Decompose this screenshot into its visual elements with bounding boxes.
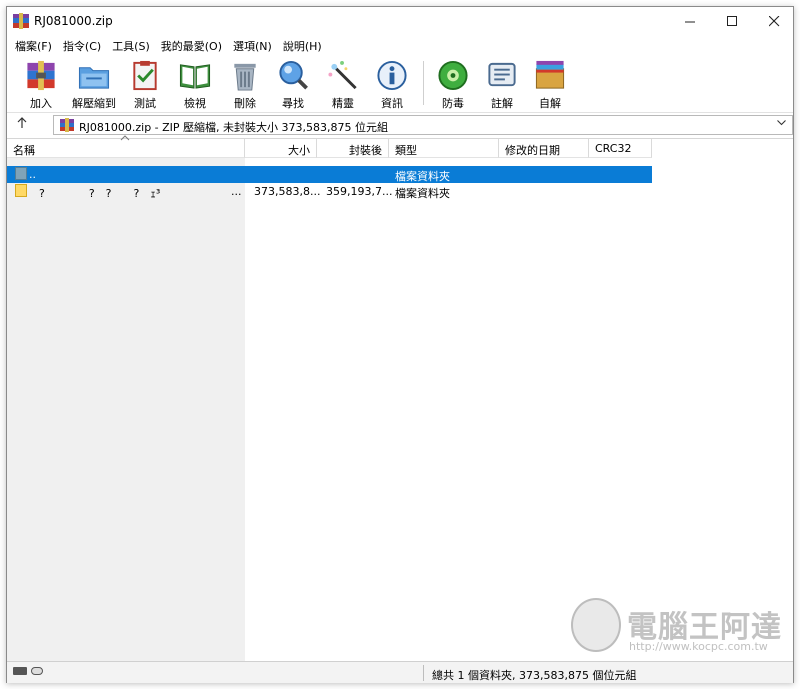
column-header-name[interactable]: 名稱 xyxy=(7,135,245,158)
winrar-app-icon xyxy=(13,13,29,29)
file-list[interactable]: 名稱 大小 封裝後 類型 修改的日期 CRC32 .. 檔案資料夾 ? ? ? … xyxy=(7,135,793,661)
window-title: RJ081000.zip xyxy=(34,14,113,28)
row-type: 檔案資料夾 xyxy=(395,170,450,183)
toolbar-separator xyxy=(423,61,424,105)
menu-bar: 檔案(F) 指令(C) 工具(S) 我的最愛(O) 選項(N) 說明(H) xyxy=(7,35,793,55)
info-label: 資訊 xyxy=(381,97,403,110)
row-size: 373,583,8... xyxy=(254,185,321,198)
menu-help[interactable]: 說明(H) xyxy=(279,35,326,55)
toolbar: 加入 解壓縮到 測試 檢視 刪除 尋找 精靈 資訊 防毒 註解 自解 xyxy=(7,55,793,113)
column-header-packed[interactable]: 封裝後 xyxy=(317,139,389,158)
comment-icon xyxy=(488,62,516,87)
chevron-down-icon[interactable] xyxy=(777,118,786,129)
extract-to-button[interactable]: 解壓縮到 xyxy=(69,57,119,111)
add-label: 加入 xyxy=(30,97,52,110)
table-row[interactable]: ? ? ? ? ｪ³ ... 373,583,8... 359,193,7...… xyxy=(7,183,652,200)
info-button[interactable]: 資訊 xyxy=(367,57,417,111)
comment-button[interactable]: 註解 xyxy=(477,57,527,111)
maximize-button[interactable] xyxy=(709,7,755,35)
key-icon[interactable] xyxy=(31,667,43,675)
menu-commands[interactable]: 指令(C) xyxy=(59,35,105,55)
test-label: 測試 xyxy=(134,97,156,110)
menu-options[interactable]: 選項(N) xyxy=(229,35,276,55)
test-button[interactable]: 測試 xyxy=(120,57,170,111)
watermark-url: http://www.kocpc.com.tw xyxy=(629,640,768,653)
sfx-box-icon xyxy=(535,60,565,89)
test-clipboard-icon xyxy=(133,60,157,91)
row-name-ellipsis: ... xyxy=(231,185,242,198)
column-header-modified[interactable]: 修改的日期 xyxy=(499,139,589,158)
minimize-button[interactable] xyxy=(667,7,713,35)
column-header-name-label: 名稱 xyxy=(13,144,35,157)
column-header-crc32[interactable]: CRC32 xyxy=(589,139,652,158)
row-packed: 359,193,7... xyxy=(326,185,393,198)
view-book-icon xyxy=(179,64,211,89)
watermark-mascot-icon xyxy=(571,598,621,652)
sfx-label: 自解 xyxy=(539,97,561,110)
status-text: 總共 1 個資料夾, 373,583,875 個位元組 xyxy=(432,669,637,682)
app-window: RJ081000.zip 檔案(F) 指令(C) 工具(S) 我的最愛(O) 選… xyxy=(6,6,794,683)
status-icons xyxy=(13,667,43,675)
menu-tools[interactable]: 工具(S) xyxy=(108,35,154,55)
table-row[interactable]: .. 檔案資料夾 xyxy=(7,166,652,183)
info-icon xyxy=(377,60,407,91)
delete-label: 刪除 xyxy=(234,97,256,110)
find-label: 尋找 xyxy=(282,97,304,110)
minimize-icon xyxy=(684,21,695,22)
find-button[interactable]: 尋找 xyxy=(268,57,318,111)
column-header-type[interactable]: 類型 xyxy=(389,139,499,158)
wizard-wand-icon xyxy=(328,60,357,90)
status-bar: 總共 1 個資料夾, 373,583,875 個位元組 xyxy=(7,661,793,683)
column-header-size-label: 大小 xyxy=(288,144,310,157)
magnifier-icon xyxy=(279,60,308,90)
menu-favorites[interactable]: 我的最愛(O) xyxy=(157,35,226,55)
view-label: 檢視 xyxy=(184,97,206,110)
column-header-type-label: 類型 xyxy=(395,144,417,157)
add-archive-icon xyxy=(27,60,55,91)
drive-icon[interactable] xyxy=(13,667,27,675)
extract-folder-icon xyxy=(78,67,110,89)
sfx-button[interactable]: 自解 xyxy=(525,57,575,111)
trash-icon xyxy=(234,63,256,91)
antivirus-button[interactable]: 防毒 xyxy=(428,57,478,111)
close-button[interactable] xyxy=(751,7,797,35)
menu-file[interactable]: 檔案(F) xyxy=(11,35,56,55)
up-folder-button[interactable] xyxy=(17,117,27,133)
add-button[interactable]: 加入 xyxy=(16,57,66,111)
folder-icon xyxy=(15,184,27,197)
column-header-size[interactable]: 大小 xyxy=(245,139,317,158)
name-column-background xyxy=(7,139,245,661)
wizard-label: 精靈 xyxy=(332,97,354,110)
column-header-crc32-label: CRC32 xyxy=(595,142,632,155)
row-name: ? ? ? ? ｪ³ xyxy=(39,187,161,200)
status-divider xyxy=(423,665,424,681)
antivirus-label: 防毒 xyxy=(442,97,464,110)
row-type: 檔案資料夾 xyxy=(395,187,450,200)
zip-archive-icon xyxy=(60,118,74,132)
view-button[interactable]: 檢視 xyxy=(170,57,220,111)
watermark: 電腦王阿達 http://www.kocpc.com.tw xyxy=(567,596,797,662)
title-bar[interactable]: RJ081000.zip xyxy=(7,7,793,35)
antivirus-icon xyxy=(438,60,468,91)
extract-to-label: 解壓縮到 xyxy=(72,97,116,110)
delete-button[interactable]: 刪除 xyxy=(220,57,270,111)
column-header-packed-label: 封裝後 xyxy=(349,144,382,157)
comment-label: 註解 xyxy=(491,97,513,110)
address-field[interactable]: RJ081000.zip - ZIP 壓縮檔, 未封裝大小 373,583,87… xyxy=(53,115,793,135)
maximize-icon xyxy=(726,15,737,26)
close-icon xyxy=(768,15,779,26)
sort-ascending-icon xyxy=(120,133,130,144)
column-header-modified-label: 修改的日期 xyxy=(505,144,560,157)
wizard-button[interactable]: 精靈 xyxy=(318,57,368,111)
parent-folder-icon xyxy=(15,167,27,180)
arrow-up-icon xyxy=(17,117,27,128)
row-name: .. xyxy=(29,168,36,181)
